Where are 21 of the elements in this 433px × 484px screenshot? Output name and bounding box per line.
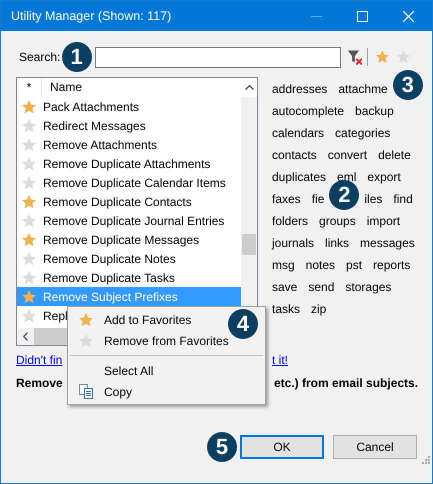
callout-badge: 1 bbox=[62, 42, 92, 72]
utility-name: Remove Duplicate Tasks bbox=[42, 270, 175, 284]
utility-name: Remove Duplicate Notes bbox=[42, 252, 176, 266]
description-text: Remove bbox=[16, 376, 63, 390]
utility-name: Remove Attachments bbox=[42, 138, 158, 152]
callout-badge: 2 bbox=[329, 180, 360, 210]
utility-name: Redirect Messages bbox=[42, 118, 146, 132]
utility-name: Remove Duplicate Calendar Items bbox=[42, 176, 226, 190]
utility-name: Remove Subject Prefixes bbox=[42, 290, 178, 304]
utility-name: Remove Duplicate Journal Entries bbox=[42, 214, 224, 228]
utility-name: Repl bbox=[42, 308, 68, 322]
callout-badge: 4 bbox=[228, 309, 258, 339]
callout-badge: 5 bbox=[207, 432, 237, 462]
utility-name: Remove Duplicate Attachments bbox=[42, 156, 210, 170]
window-title: Utility Manager (Shown: 117) bbox=[11, 9, 172, 23]
search-label: Search: bbox=[18, 50, 62, 64]
utility-name: Remove Duplicate Messages bbox=[42, 232, 200, 246]
utility-name: Remove Duplicate Contacts bbox=[42, 194, 192, 208]
callout-badge: 3 bbox=[392, 70, 423, 100]
description-text: etc.) from email subjects. bbox=[274, 376, 418, 390]
utility-name: Pack Attachments bbox=[42, 100, 140, 114]
